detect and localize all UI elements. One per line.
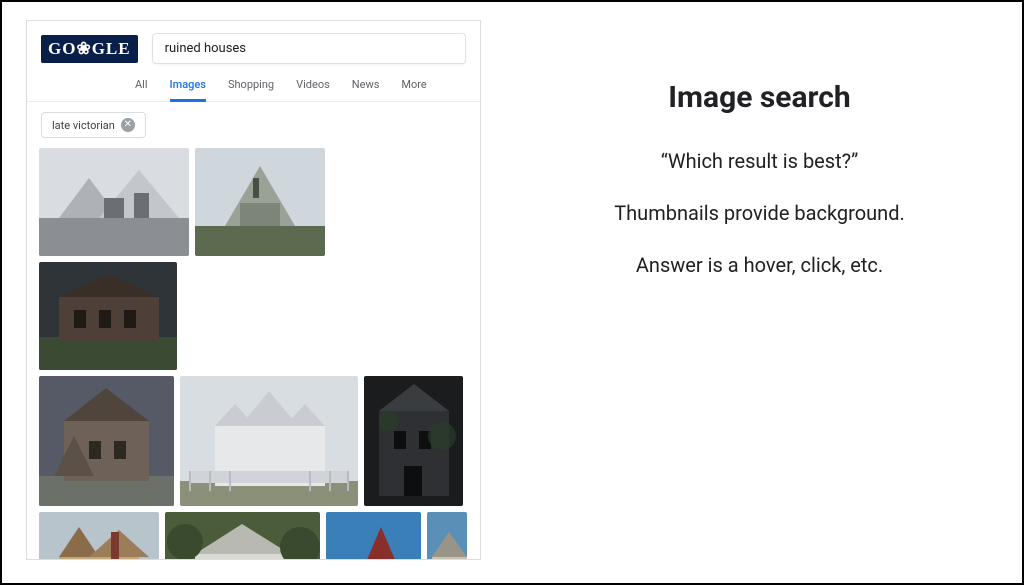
- tab-images[interactable]: Images: [170, 72, 206, 101]
- result-thumbnail[interactable]: [364, 376, 463, 506]
- result-thumbnail[interactable]: [326, 512, 421, 560]
- slide-line-2: Thumbnails provide background.: [551, 201, 968, 225]
- results-row-2: [27, 376, 480, 506]
- slide-text-panel: Image search “Which result is best?” Thu…: [501, 20, 998, 565]
- result-thumbnail[interactable]: [39, 262, 177, 370]
- result-thumbnail[interactable]: [39, 148, 189, 256]
- result-thumbnail[interactable]: [39, 512, 159, 560]
- close-icon[interactable]: ✕: [121, 118, 135, 132]
- google-logo[interactable]: GO❀GLE: [41, 35, 138, 63]
- result-thumbnail[interactable]: [165, 512, 320, 560]
- slide-line-1: “Which result is best?”: [551, 149, 968, 173]
- chip-label: late victorian: [52, 119, 115, 132]
- tab-all[interactable]: All: [135, 72, 148, 101]
- result-thumbnail[interactable]: [427, 512, 467, 560]
- slide-line-3: Answer is a hover, click, etc.: [551, 253, 968, 277]
- results-row-1: [27, 148, 480, 370]
- slide-title: Image search: [551, 80, 968, 115]
- tab-more[interactable]: More: [401, 72, 426, 101]
- image-search-screenshot: GO❀GLE ruined houses All Images Shopping…: [26, 20, 481, 560]
- search-header: GO❀GLE ruined houses: [27, 21, 480, 72]
- result-thumbnail[interactable]: [39, 376, 174, 506]
- search-tabs: All Images Shopping Videos News More: [27, 72, 480, 102]
- result-thumbnail[interactable]: [180, 376, 358, 506]
- filter-chip-late-victorian[interactable]: late victorian ✕: [41, 112, 146, 138]
- search-input[interactable]: ruined houses: [152, 33, 466, 64]
- results-row-3: [27, 512, 480, 560]
- slide: GO❀GLE ruined houses All Images Shopping…: [0, 0, 1024, 585]
- tab-videos[interactable]: Videos: [296, 72, 330, 101]
- tab-shopping[interactable]: Shopping: [228, 72, 274, 101]
- result-thumbnail[interactable]: [195, 148, 325, 256]
- tab-news[interactable]: News: [352, 72, 380, 101]
- filter-chip-row: late victorian ✕: [27, 102, 480, 148]
